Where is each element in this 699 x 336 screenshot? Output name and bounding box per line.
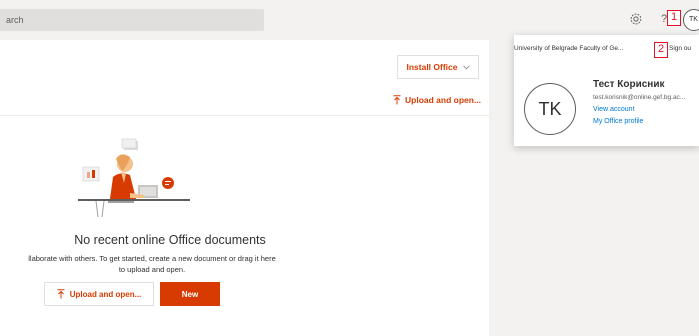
chevron-down-icon [462,64,470,69]
empty-state-description-line: to upload and open. [118,265,186,274]
office-profile-link[interactable]: My Office profile [593,118,643,125]
account-panel: University of Belgrade Faculty of Ge... … [514,35,699,146]
upload-and-open-button[interactable]: Upload and open... [44,282,154,306]
user-email: test.korisnik@online.gef.bg.ac... [593,94,686,101]
empty-state-description: llaborate with others. To get started, c… [0,253,304,275]
main-content: Install Office Upload and open... No rec… [0,40,489,336]
gear-icon[interactable] [629,12,643,26]
upload-and-open-label: Upload and open... [405,95,482,105]
upload-and-open-button-label: Upload and open... [69,289,142,299]
install-office-label: Install Office [406,62,458,72]
sign-out-link[interactable]: Sign ou [669,45,691,52]
account-avatar: TK [524,83,576,135]
new-document-button[interactable]: New [160,282,220,306]
organization-name: University of Belgrade Faculty of Ge... [514,45,624,52]
empty-state-description-line: llaborate with others. To get started, c… [28,254,276,263]
new-button-label: New [181,289,199,299]
account-avatar-button[interactable]: TK [683,9,699,31]
annotation-marker-2: 2 [654,42,668,58]
empty-state-title: No recent online Office documents [74,233,266,247]
search-input[interactable]: arch [0,9,264,31]
view-account-link[interactable]: View account [593,106,635,113]
divider [0,115,489,116]
empty-state-illustration [78,138,190,218]
user-name: Тест Корисник [593,79,665,90]
install-office-button[interactable]: Install Office [397,55,479,79]
upload-icon [393,95,401,105]
top-bar: arch ? TK [0,0,699,40]
upload-and-open-link[interactable]: Upload and open... [393,95,481,105]
upload-icon [57,289,65,299]
annotation-marker-1: 1 [667,10,681,26]
